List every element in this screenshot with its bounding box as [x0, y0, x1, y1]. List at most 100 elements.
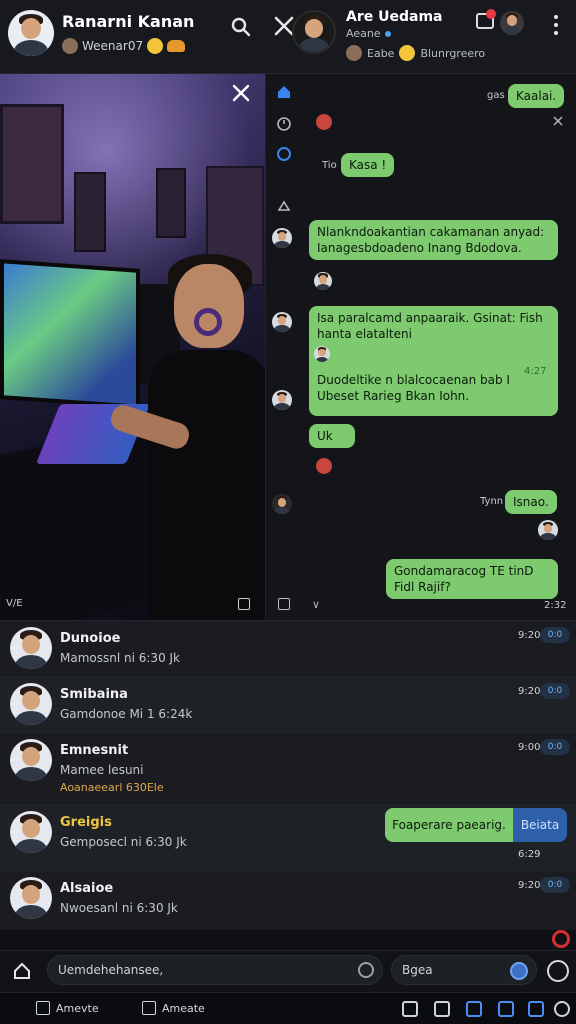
sender-avatar: [272, 228, 292, 248]
message-text: Uk: [317, 429, 333, 443]
list-item-time: 9:20: [518, 880, 541, 891]
message-text: Isa paralcamd anpaaraik. Gsinat: Fish ha…: [317, 311, 543, 341]
message-preview-bubble[interactable]: Foaperare paearig.: [385, 808, 513, 842]
emoji-picker-icon[interactable]: [547, 960, 569, 982]
list-item-name: Dunoioe: [60, 631, 121, 646]
gallery-icon[interactable]: [278, 598, 290, 610]
contact-status: Weenar07: [62, 38, 186, 54]
smile-emoji-icon: [399, 45, 416, 61]
message-time: 4:27: [524, 366, 547, 377]
message-bubble-outgoing[interactable]: Gondamaracog TE tinD Fidl Rajif?: [386, 559, 558, 599]
bottom-tab-label: Amevte: [56, 1001, 99, 1015]
share-rail-icon[interactable]: [276, 198, 292, 214]
sender-avatar: [272, 312, 292, 332]
tab-icon: [142, 1001, 156, 1015]
list-item-time: 6:29: [518, 849, 541, 860]
notification-badge: [486, 9, 496, 19]
unread-badge: 0:0: [540, 877, 570, 893]
reaction-avatar: [314, 346, 330, 362]
chat-contact-name: Are Uedama: [346, 9, 443, 25]
avatar: [10, 739, 52, 781]
list-item-preview: Nwoesanl ni 6:30 Jk: [60, 901, 178, 915]
home-rail-icon[interactable]: [276, 84, 292, 100]
message-input-value: Uemdehehansee,: [58, 963, 164, 977]
pen-icon[interactable]: [466, 1001, 482, 1017]
bottom-tab-mid[interactable]: Ameate: [142, 1001, 205, 1015]
bottom-tab-label: Ameate: [162, 1001, 205, 1015]
list-item-name: Alsaioe: [60, 881, 114, 896]
split-view-icon[interactable]: [498, 1001, 514, 1017]
timer-icon[interactable]: [358, 962, 374, 978]
chat-contact-info: Eabe Blunrgreero: [346, 45, 485, 61]
list-item[interactable]: Emnesnit Mamee lesuni Aoanaeearl 630Ele …: [0, 732, 576, 804]
info-left: Eabe: [367, 46, 395, 60]
clock-rail-icon[interactable]: [276, 116, 292, 132]
sender-avatar: [272, 494, 292, 514]
message-bubble-incoming[interactable]: Kasa !: [341, 153, 395, 177]
list-item-preview: Mamee lesuni: [60, 763, 144, 777]
chat-contact-avatar[interactable]: [292, 10, 336, 54]
contact-name: Ranarni Kanan: [62, 12, 195, 31]
gaming-photo[interactable]: [0, 74, 265, 620]
bottom-tab-left[interactable]: Amevte: [36, 1001, 99, 1015]
chat-contact-subtitle: Aeane: [346, 27, 391, 40]
clock-icon[interactable]: [554, 1001, 570, 1017]
unread-badge: 0:0: [540, 627, 570, 643]
small-avatar[interactable]: [500, 11, 524, 35]
layout-icon[interactable]: [434, 1001, 450, 1017]
list-item-preview: Gemposecl ni 6:30 Jk: [60, 835, 187, 849]
info-right: Blunrgreero: [420, 46, 486, 60]
secondary-input-value: Bgea: [402, 963, 433, 977]
message-bubble-outgoing[interactable]: Kaalai.: [508, 84, 565, 108]
conversation-list: Dunoioe Mamossnl ni 6:30 Jk 9:20 0:0 Smi…: [0, 620, 576, 950]
avatar: [10, 683, 52, 725]
unread-badge: 0:0: [540, 739, 570, 755]
list-item-subline: Aoanaeearl 630Ele: [60, 781, 164, 794]
list-item-name: Greigis: [60, 815, 112, 830]
list-item-preview: Mamossnl ni 6:30 Jk: [60, 651, 180, 665]
mini-avatar: [346, 45, 362, 61]
send-icon[interactable]: [510, 962, 528, 980]
avatar: [10, 877, 52, 919]
reaction-avatar: [538, 520, 558, 540]
avatar: [10, 811, 52, 853]
list-item-name: Emnesnit: [60, 743, 129, 758]
contact-avatar[interactable]: [8, 10, 54, 56]
list-item-time: 9:20: [518, 686, 541, 697]
list-item-preview: Gamdonoe Mi 1 6:24k: [60, 707, 193, 721]
message-bubble-outgoing[interactable]: Isnao.: [505, 490, 557, 514]
photo-footer-label: V/E: [6, 598, 23, 609]
reaction-emoji-icon: [316, 114, 332, 130]
burger-emoji-icon: [167, 40, 186, 52]
photo-expand-icon[interactable]: [238, 598, 250, 610]
message-bubble-incoming[interactable]: Nlankndoakantian cakamanan anyad: Ianage…: [309, 220, 558, 260]
message-bubble-incoming[interactable]: Uk: [309, 424, 355, 448]
mini-avatar: [62, 38, 78, 54]
list-item-time: 9:20: [518, 630, 541, 641]
message-time: Tio: [322, 160, 337, 171]
list-item[interactable]: Alsaioe Nwoesanl ni 6:30 Jk 9:20 0:0: [0, 870, 576, 930]
list-item-name: Smibaina: [60, 687, 128, 702]
home-icon[interactable]: [12, 961, 32, 981]
list-item[interactable]: Dunoioe Mamossnl ni 6:30 Jk 9:20 0:0: [0, 620, 576, 676]
avatar: [10, 627, 52, 669]
message-text: Duodeltike n blalcocaenan bab I Ubeset R…: [317, 373, 510, 403]
circle-rail-icon[interactable]: [276, 146, 292, 162]
more-vertical-icon[interactable]: [550, 14, 562, 36]
list-item[interactable]: Smibaina Gamdonoe Mi 1 6:24k 9:20 0:0: [0, 676, 576, 732]
reaction-avatar: [314, 272, 332, 290]
dismiss-icon[interactable]: [553, 116, 563, 126]
message-input[interactable]: Uemdehehansee,: [47, 955, 383, 985]
bubble-action-button[interactable]: Beiata: [513, 808, 567, 842]
chevron-down-icon[interactable]: ∨: [312, 598, 320, 611]
search-icon[interactable]: [230, 16, 252, 38]
tab-icon: [36, 1001, 50, 1015]
panel-icon[interactable]: [528, 1001, 544, 1017]
record-badge-icon[interactable]: [552, 930, 570, 948]
message-bubble-incoming[interactable]: Isa paralcamd anpaaraik. Gsinat: Fish ha…: [309, 306, 558, 416]
list-item-time: 9:00: [518, 742, 541, 753]
window-icon[interactable]: [402, 1001, 418, 1017]
subtitle-text: Aeane: [346, 27, 381, 40]
status-text: Weenar07: [82, 39, 144, 53]
close-photo-icon[interactable]: [232, 84, 250, 102]
